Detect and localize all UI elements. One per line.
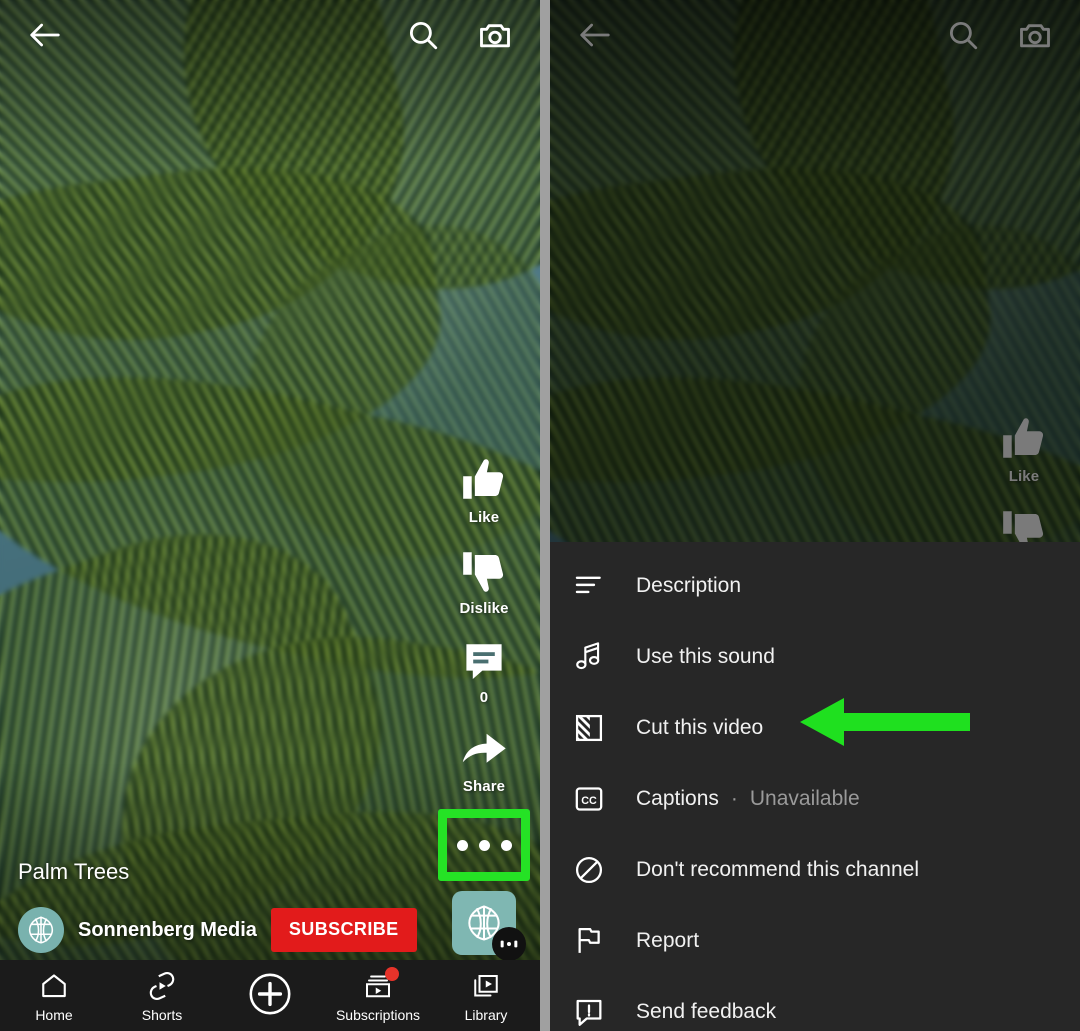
menu-label: Cut this video <box>636 715 764 739</box>
nav-item-create[interactable] <box>216 972 324 1015</box>
menu-label: Report <box>636 928 700 952</box>
svg-text:CC: CC <box>581 794 597 806</box>
closed-captions-icon: CC <box>572 782 636 816</box>
subscriptions-badge-dot <box>385 966 399 981</box>
shorts-icon <box>147 969 177 1003</box>
channel-avatar-icon <box>18 907 64 953</box>
subscribe-button[interactable]: SUBSCRIBE <box>270 908 417 952</box>
arrow-left-icon <box>25 15 65 55</box>
create-plus-icon <box>246 972 294 1015</box>
comment-icon <box>460 633 508 685</box>
share-label: Share <box>462 778 506 795</box>
more-horizontal-icon <box>456 839 512 851</box>
screenshot-root: Like Dislike 0 Share Palm Trees Sonnenbe… <box>0 0 1080 1031</box>
channel-row[interactable]: Sonnenberg Media SUBSCRIBE <box>18 907 448 953</box>
menu-separator-dot: · <box>730 786 738 810</box>
description-lines-icon <box>572 569 636 603</box>
more-options-button[interactable] <box>438 809 530 881</box>
video-title: Palm Trees <box>18 859 130 884</box>
menu-label: Description <box>636 573 742 597</box>
menu-label: Send feedback <box>636 999 777 1023</box>
menu-item-cut-this-video[interactable]: Cut this video <box>550 692 1080 763</box>
nav-item-subscriptions[interactable]: Subscriptions <box>324 966 432 1023</box>
dislike-label: Dislike <box>459 600 509 617</box>
feedback-bubble-icon <box>572 995 636 1029</box>
comments-button[interactable]: 0 <box>460 633 508 706</box>
nav-item-home[interactable]: Home <box>0 969 108 1023</box>
video-meta: Palm Trees Sonnenberg Media SUBSCRIBE <box>18 859 448 953</box>
dislike-button[interactable]: Dislike <box>459 544 509 617</box>
nav-item-library[interactable]: Library <box>432 969 540 1023</box>
menu-label: Captions <box>636 786 719 810</box>
music-note-icon <box>572 640 636 674</box>
left-phone-panel: Like Dislike 0 Share Palm Trees Sonnenbe… <box>0 0 540 1031</box>
block-circle-icon <box>572 853 636 887</box>
like-label: Like <box>468 509 500 526</box>
back-button[interactable] <box>22 12 68 58</box>
menu-label: Use this sound <box>636 644 775 668</box>
comment-count: 0 <box>479 689 489 706</box>
menu-label: Don't recommend this channel <box>636 857 919 881</box>
home-icon <box>39 969 69 1003</box>
top-bar <box>0 0 540 70</box>
menu-item-captions[interactable]: CC Captions · Unavailable <box>550 763 1080 834</box>
nav-label-shorts: Shorts <box>141 1006 183 1023</box>
cut-video-icon <box>572 711 636 745</box>
remix-icon <box>492 927 526 961</box>
search-icon <box>406 18 440 52</box>
menu-sublabel: Unavailable <box>749 786 860 810</box>
menu-item-description[interactable]: Description <box>550 550 1080 621</box>
right-phone-panel: Like Description <box>550 0 1080 1031</box>
flag-icon <box>572 924 636 958</box>
like-button[interactable]: Like <box>459 453 509 526</box>
channel-name: Sonnenberg Media <box>78 918 257 941</box>
menu-item-use-this-sound[interactable]: Use this sound <box>550 621 1080 692</box>
camera-button[interactable] <box>472 12 518 58</box>
thumbs-up-icon <box>459 453 509 505</box>
share-arrow-icon <box>458 722 510 774</box>
bottom-navigation: Home Shorts Subscriptions Library <box>0 960 540 1031</box>
search-button[interactable] <box>400 12 446 58</box>
more-options-sheet: Description Use this sound Cut this vide… <box>550 542 1080 1031</box>
share-button[interactable]: Share <box>458 722 510 795</box>
action-rail: Like Dislike 0 Share <box>438 453 530 961</box>
nav-item-shorts[interactable]: Shorts <box>108 969 216 1023</box>
thumbs-down-icon <box>459 544 509 596</box>
remix-avatar-button[interactable] <box>452 891 526 961</box>
library-icon <box>471 969 501 1003</box>
panel-separator <box>540 0 550 1031</box>
nav-label-home: Home <box>35 1006 73 1023</box>
nav-label-subscriptions: Subscriptions <box>335 1006 421 1023</box>
menu-item-dont-recommend-channel[interactable]: Don't recommend this channel <box>550 834 1080 905</box>
menu-item-report[interactable]: Report <box>550 905 1080 976</box>
menu-item-send-feedback[interactable]: Send feedback <box>550 976 1080 1031</box>
nav-label-library: Library <box>464 1006 508 1023</box>
camera-icon <box>477 17 513 53</box>
subscriptions-icon <box>363 966 399 1003</box>
